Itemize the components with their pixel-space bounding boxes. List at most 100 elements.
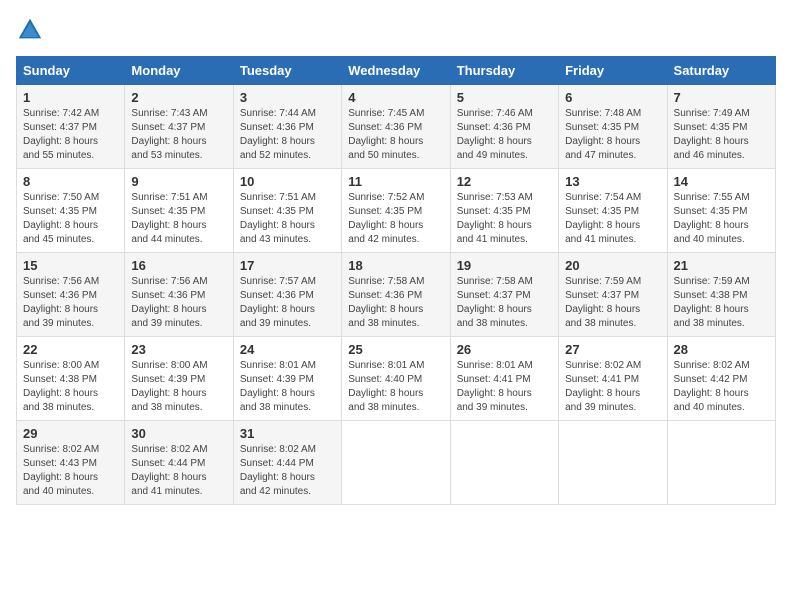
calendar-cell: 9 Sunrise: 7:51 AMSunset: 4:35 PMDaylight…: [125, 169, 233, 253]
header-row: SundayMondayTuesdayWednesdayThursdayFrid…: [17, 57, 776, 85]
cell-info: Sunrise: 7:49 AMSunset: 4:35 PMDaylight:…: [674, 108, 750, 161]
page-header: [16, 16, 776, 44]
header-day: Monday: [125, 57, 233, 85]
calendar-cell: [667, 421, 775, 505]
cell-info: Sunrise: 8:00 AMSunset: 4:39 PMDaylight:…: [131, 360, 207, 413]
day-number: 28: [674, 342, 769, 357]
header-day: Saturday: [667, 57, 775, 85]
calendar-cell: 1Sunrise: 7:42 AMSunset: 4:37 PMDaylight…: [17, 85, 125, 169]
calendar-cell: 24 Sunrise: 8:01 AMSunset: 4:39 PMDayligh…: [233, 337, 341, 421]
cell-info: Sunrise: 7:44 AMSunset: 4:36 PMDaylight:…: [240, 108, 316, 161]
cell-info: Sunrise: 7:51 AMSunset: 4:35 PMDaylight:…: [240, 192, 316, 245]
calendar-cell: 17 Sunrise: 7:57 AMSunset: 4:36 PMDayligh…: [233, 253, 341, 337]
day-number: 13: [565, 174, 660, 189]
cell-info: Sunrise: 8:02 AMSunset: 4:43 PMDaylight:…: [23, 444, 99, 497]
cell-info: Sunrise: 7:56 AMSunset: 4:36 PMDaylight:…: [131, 276, 207, 329]
calendar-cell: [450, 421, 558, 505]
day-number: 7: [674, 90, 769, 105]
calendar-cell: 14Sunrise: 7:55 AMSunset: 4:35 PMDayligh…: [667, 169, 775, 253]
calendar-cell: 18 Sunrise: 7:58 AMSunset: 4:36 PMDayligh…: [342, 253, 450, 337]
day-number: 8: [23, 174, 118, 189]
day-number: 10: [240, 174, 335, 189]
calendar-cell: 28 Sunrise: 8:02 AMSunset: 4:42 PMDayligh…: [667, 337, 775, 421]
calendar-cell: 7 Sunrise: 7:49 AMSunset: 4:35 PMDaylight…: [667, 85, 775, 169]
cell-info: Sunrise: 8:00 AMSunset: 4:38 PMDaylight:…: [23, 360, 99, 413]
header-day: Sunday: [17, 57, 125, 85]
cell-info: Sunrise: 7:50 AMSunset: 4:35 PMDaylight:…: [23, 192, 99, 245]
calendar-cell: 12 Sunrise: 7:53 AMSunset: 4:35 PMDayligh…: [450, 169, 558, 253]
cell-info: Sunrise: 7:52 AMSunset: 4:35 PMDaylight:…: [348, 192, 424, 245]
calendar-cell: 11Sunrise: 7:52 AMSunset: 4:35 PMDayligh…: [342, 169, 450, 253]
cell-info: Sunrise: 7:59 AMSunset: 4:38 PMDaylight:…: [674, 276, 750, 329]
day-number: 25: [348, 342, 443, 357]
calendar-cell: 2 Sunrise: 7:43 AMSunset: 4:37 PMDaylight…: [125, 85, 233, 169]
calendar-cell: 27Sunrise: 8:02 AMSunset: 4:41 PMDayligh…: [559, 337, 667, 421]
calendar-week-row: 8 Sunrise: 7:50 AMSunset: 4:35 PMDaylight…: [17, 169, 776, 253]
day-number: 19: [457, 258, 552, 273]
calendar-cell: 21 Sunrise: 7:59 AMSunset: 4:38 PMDayligh…: [667, 253, 775, 337]
calendar-cell: 20 Sunrise: 7:59 AMSunset: 4:37 PMDayligh…: [559, 253, 667, 337]
cell-info: Sunrise: 8:02 AMSunset: 4:44 PMDaylight:…: [131, 444, 207, 497]
header-day: Wednesday: [342, 57, 450, 85]
day-number: 20: [565, 258, 660, 273]
day-number: 23: [131, 342, 226, 357]
day-number: 6: [565, 90, 660, 105]
day-number: 3: [240, 90, 335, 105]
day-number: 4: [348, 90, 443, 105]
cell-info: Sunrise: 7:58 AMSunset: 4:37 PMDaylight:…: [457, 276, 533, 329]
cell-info: Sunrise: 8:01 AMSunset: 4:39 PMDaylight:…: [240, 360, 316, 413]
header-day: Friday: [559, 57, 667, 85]
cell-info: Sunrise: 7:46 AMSunset: 4:36 PMDaylight:…: [457, 108, 533, 161]
calendar-cell: 8 Sunrise: 7:50 AMSunset: 4:35 PMDaylight…: [17, 169, 125, 253]
day-number: 9: [131, 174, 226, 189]
calendar-cell: 5 Sunrise: 7:46 AMSunset: 4:36 PMDaylight…: [450, 85, 558, 169]
cell-info: Sunrise: 7:45 AMSunset: 4:36 PMDaylight:…: [348, 108, 424, 161]
day-number: 15: [23, 258, 118, 273]
calendar-week-row: 29 Sunrise: 8:02 AMSunset: 4:43 PMDayligh…: [17, 421, 776, 505]
calendar-cell: 6 Sunrise: 7:48 AMSunset: 4:35 PMDaylight…: [559, 85, 667, 169]
calendar-cell: 3 Sunrise: 7:44 AMSunset: 4:36 PMDaylight…: [233, 85, 341, 169]
cell-info: Sunrise: 7:43 AMSunset: 4:37 PMDaylight:…: [131, 108, 207, 161]
calendar-week-row: 15 Sunrise: 7:56 AMSunset: 4:36 PMDayligh…: [17, 253, 776, 337]
calendar-cell: 30Sunrise: 8:02 AMSunset: 4:44 PMDayligh…: [125, 421, 233, 505]
cell-info: Sunrise: 7:55 AMSunset: 4:35 PMDaylight:…: [674, 192, 750, 245]
cell-info: Sunrise: 7:51 AMSunset: 4:35 PMDaylight:…: [131, 192, 207, 245]
logo: [16, 16, 48, 44]
cell-info: Sunrise: 7:58 AMSunset: 4:36 PMDaylight:…: [348, 276, 424, 329]
calendar-cell: 31Sunrise: 8:02 AMSunset: 4:44 PMDayligh…: [233, 421, 341, 505]
calendar-cell: [342, 421, 450, 505]
calendar-cell: 13 Sunrise: 7:54 AMSunset: 4:35 PMDayligh…: [559, 169, 667, 253]
day-number: 26: [457, 342, 552, 357]
cell-info: Sunrise: 7:42 AMSunset: 4:37 PMDaylight:…: [23, 108, 99, 161]
cell-info: Sunrise: 7:56 AMSunset: 4:36 PMDaylight:…: [23, 276, 99, 329]
cell-info: Sunrise: 7:59 AMSunset: 4:37 PMDaylight:…: [565, 276, 641, 329]
day-number: 27: [565, 342, 660, 357]
day-number: 18: [348, 258, 443, 273]
calendar-week-row: 1Sunrise: 7:42 AMSunset: 4:37 PMDaylight…: [17, 85, 776, 169]
day-number: 17: [240, 258, 335, 273]
day-number: 16: [131, 258, 226, 273]
calendar-table: SundayMondayTuesdayWednesdayThursdayFrid…: [16, 56, 776, 505]
day-number: 22: [23, 342, 118, 357]
calendar-cell: 23 Sunrise: 8:00 AMSunset: 4:39 PMDayligh…: [125, 337, 233, 421]
cell-info: Sunrise: 8:01 AMSunset: 4:41 PMDaylight:…: [457, 360, 533, 413]
cell-info: Sunrise: 7:54 AMSunset: 4:35 PMDaylight:…: [565, 192, 641, 245]
calendar-cell: 10 Sunrise: 7:51 AMSunset: 4:35 PMDayligh…: [233, 169, 341, 253]
cell-info: Sunrise: 7:48 AMSunset: 4:35 PMDaylight:…: [565, 108, 641, 161]
day-number: 21: [674, 258, 769, 273]
day-number: 5: [457, 90, 552, 105]
day-number: 29: [23, 426, 118, 441]
cell-info: Sunrise: 7:57 AMSunset: 4:36 PMDaylight:…: [240, 276, 316, 329]
calendar-cell: 26 Sunrise: 8:01 AMSunset: 4:41 PMDayligh…: [450, 337, 558, 421]
cell-info: Sunrise: 7:53 AMSunset: 4:35 PMDaylight:…: [457, 192, 533, 245]
calendar-cell: 16 Sunrise: 7:56 AMSunset: 4:36 PMDayligh…: [125, 253, 233, 337]
cell-info: Sunrise: 8:01 AMSunset: 4:40 PMDaylight:…: [348, 360, 424, 413]
calendar-cell: 25 Sunrise: 8:01 AMSunset: 4:40 PMDayligh…: [342, 337, 450, 421]
day-number: 2: [131, 90, 226, 105]
calendar-week-row: 22 Sunrise: 8:00 AMSunset: 4:38 PMDayligh…: [17, 337, 776, 421]
calendar-cell: 22 Sunrise: 8:00 AMSunset: 4:38 PMDayligh…: [17, 337, 125, 421]
day-number: 24: [240, 342, 335, 357]
day-number: 12: [457, 174, 552, 189]
header-day: Tuesday: [233, 57, 341, 85]
cell-info: Sunrise: 8:02 AMSunset: 4:42 PMDaylight:…: [674, 360, 750, 413]
